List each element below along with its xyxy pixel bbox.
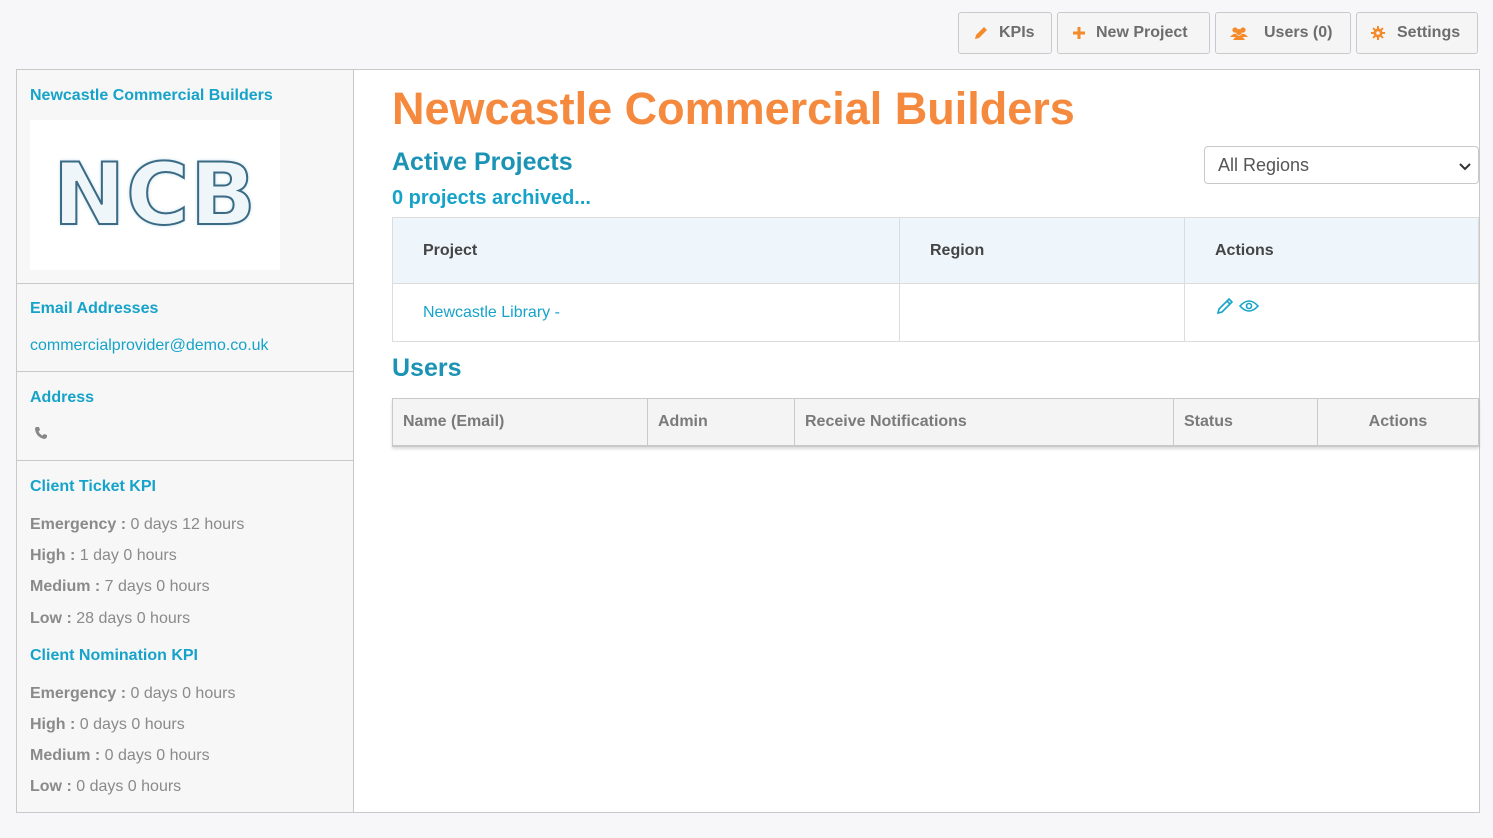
email-section: Email Addresses commercialprovider@demo.… bbox=[17, 284, 353, 372]
region-select-value: All Regions bbox=[1218, 154, 1310, 175]
main-frame: Newcastle Commercial Builders NCB Email … bbox=[16, 69, 1480, 813]
kpi-label: High : bbox=[30, 547, 76, 564]
kpi-label: Medium : bbox=[30, 578, 101, 595]
new-project-label: New Project bbox=[1096, 24, 1188, 41]
kpi-label: Emergency : bbox=[30, 685, 127, 702]
kpis-label: KPIs bbox=[999, 24, 1035, 41]
phone-icon bbox=[34, 426, 48, 445]
kpi-value: 0 days 12 hours bbox=[130, 516, 245, 533]
nomination-kpi-medium: Medium : 0 days 0 hours bbox=[30, 747, 210, 765]
region-select[interactable]: All Regions bbox=[1204, 146, 1479, 184]
settings-button[interactable]: Settings bbox=[1356, 12, 1478, 54]
company-name: Newcastle Commercial Builders bbox=[30, 87, 273, 104]
kpi-label: Low : bbox=[30, 610, 72, 627]
email-link[interactable]: commercialprovider@demo.co.uk bbox=[30, 337, 269, 355]
projects-table: Project Region Actions Newcastle Library… bbox=[392, 217, 1479, 342]
gear-icon bbox=[1371, 26, 1385, 40]
nomination-kpi-low: Low : 0 days 0 hours bbox=[30, 778, 181, 796]
plus-icon bbox=[1072, 26, 1086, 40]
col-actions: Actions bbox=[1184, 217, 1479, 284]
users-button[interactable]: Users (0) bbox=[1215, 12, 1351, 54]
company-section: Newcastle Commercial Builders NCB bbox=[17, 70, 353, 284]
main-content: Newcastle Commercial Builders Active Pro… bbox=[354, 70, 1479, 812]
actions-cell bbox=[1184, 283, 1479, 342]
ticket-kpi-title: Client Ticket KPI bbox=[30, 478, 156, 495]
col-region: Region bbox=[899, 217, 1185, 284]
users-table-header: Name (Email) Admin Receive Notifications… bbox=[392, 398, 1479, 447]
kpi-label: High : bbox=[30, 716, 76, 733]
kpi-value: 0 days 0 hours bbox=[79, 716, 185, 733]
col-project: Project bbox=[392, 217, 900, 284]
nomination-kpi-emergency: Emergency : 0 days 0 hours bbox=[30, 685, 235, 703]
page-title: Newcastle Commercial Builders bbox=[392, 83, 1075, 134]
pencil-icon bbox=[973, 25, 989, 41]
kpi-value: 0 days 0 hours bbox=[104, 747, 210, 764]
col-user-actions: Actions bbox=[1317, 398, 1479, 447]
view-eye-icon[interactable] bbox=[1238, 299, 1260, 318]
users-icon bbox=[1230, 26, 1248, 40]
active-projects-heading: Active Projects bbox=[392, 148, 573, 176]
kpi-label: Medium : bbox=[30, 747, 101, 764]
top-toolbar: KPIs New Project Users (0) Settings bbox=[958, 12, 1478, 54]
table-row: Newcastle Library - bbox=[393, 283, 1479, 342]
logo-text: NCB bbox=[52, 144, 257, 246]
settings-label: Settings bbox=[1397, 24, 1461, 41]
company-sidebar: Newcastle Commercial Builders NCB Email … bbox=[17, 70, 354, 812]
address-title: Address bbox=[30, 389, 95, 406]
ticket-kpi-low: Low : 28 days 0 hours bbox=[30, 610, 190, 628]
email-title: Email Addresses bbox=[30, 300, 159, 317]
archived-projects-link[interactable]: 0 projects archived... bbox=[392, 187, 591, 210]
col-name-email[interactable]: Name (Email) bbox=[392, 398, 648, 447]
project-cell: Newcastle Library - bbox=[393, 284, 900, 342]
users-label: Users (0) bbox=[1264, 24, 1333, 41]
ticket-kpi-medium: Medium : 7 days 0 hours bbox=[30, 578, 210, 596]
nomination-kpi-title: Client Nomination KPI bbox=[30, 647, 198, 664]
project-link[interactable]: Newcastle Library - bbox=[423, 304, 560, 321]
region-cell bbox=[899, 283, 1185, 342]
users-table: Name (Email) Admin Receive Notifications… bbox=[392, 398, 1479, 447]
address-section: Address bbox=[17, 372, 353, 461]
chevron-down-icon bbox=[1458, 158, 1472, 179]
ticket-kpi-high: High : 1 day 0 hours bbox=[30, 547, 177, 565]
col-admin[interactable]: Admin bbox=[647, 398, 795, 447]
company-logo: NCB bbox=[30, 120, 280, 270]
kpi-label: Emergency : bbox=[30, 516, 127, 533]
col-receive-notifications[interactable]: Receive Notifications bbox=[794, 398, 1174, 447]
nomination-kpi-high: High : 0 days 0 hours bbox=[30, 716, 185, 734]
kpi-value: 0 days 0 hours bbox=[76, 778, 182, 795]
kpi-value: 0 days 0 hours bbox=[130, 685, 236, 702]
ticket-kpi-emergency: Emergency : 0 days 12 hours bbox=[30, 516, 244, 534]
kpi-value: 28 days 0 hours bbox=[76, 610, 191, 627]
projects-table-header: Project Region Actions bbox=[392, 217, 1479, 284]
col-status[interactable]: Status bbox=[1173, 398, 1318, 447]
new-project-button[interactable]: New Project bbox=[1057, 12, 1210, 54]
kpi-label: Low : bbox=[30, 778, 72, 795]
users-heading: Users bbox=[392, 354, 462, 382]
kpis-button[interactable]: KPIs bbox=[958, 12, 1052, 54]
kpi-value: 7 days 0 hours bbox=[104, 578, 210, 595]
kpi-value: 1 day 0 hours bbox=[79, 547, 177, 564]
edit-pencil-icon[interactable] bbox=[1215, 296, 1235, 321]
